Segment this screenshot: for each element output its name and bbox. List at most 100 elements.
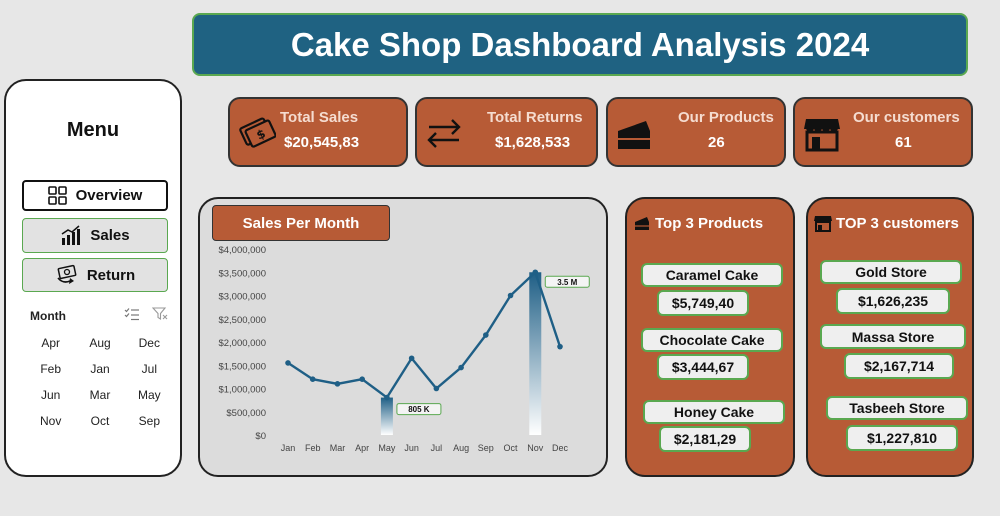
data-point bbox=[557, 343, 563, 350]
slicer-tools bbox=[124, 307, 168, 321]
month-item[interactable]: Nov bbox=[26, 414, 75, 428]
data-point bbox=[532, 269, 539, 276]
menu-panel: Menu Overview Sales Return Month Apr Aug… bbox=[4, 79, 182, 477]
y-tick-label: $0 bbox=[255, 431, 266, 442]
month-item[interactable]: Aug bbox=[75, 336, 124, 350]
highlight-bar bbox=[380, 397, 393, 435]
x-tick-label: Nov bbox=[527, 443, 544, 453]
grid-icon bbox=[47, 185, 67, 205]
kpi-total-sales: $ Total Sales $20,545,83 bbox=[228, 97, 408, 167]
return-label: Return bbox=[86, 266, 136, 284]
customer-name: Massa Store bbox=[820, 324, 966, 349]
customer-value: $2,167,714 bbox=[844, 353, 954, 379]
highlight-bar bbox=[529, 272, 542, 435]
customer-value: $1,626,235 bbox=[836, 288, 950, 314]
sales-chart-panel: $0 $500,000 $1,000,000 $1,500,000 $2,000,000… bbox=[198, 197, 608, 477]
month-slicer-title: Month bbox=[30, 309, 66, 323]
data-point bbox=[507, 292, 514, 299]
x-tick-label: Oct bbox=[504, 443, 519, 453]
return-money-icon bbox=[57, 264, 77, 284]
chart-title: Sales Per Month bbox=[212, 205, 390, 241]
top-products-title: Top 3 Products bbox=[655, 214, 764, 232]
product-value: $5,749,40 bbox=[657, 290, 749, 316]
customer-name: Tasbeeh Store bbox=[826, 396, 968, 420]
month-item[interactable]: Mar bbox=[75, 388, 124, 402]
kpi-label: Total Sales bbox=[280, 109, 359, 126]
month-item[interactable]: May bbox=[125, 388, 174, 402]
sales-series-line bbox=[287, 270, 562, 400]
kpi-total-returns: Total Returns $1,628,533 bbox=[415, 97, 598, 167]
data-point bbox=[483, 332, 489, 338]
data-point bbox=[334, 381, 341, 387]
kpi-our-products: Our Products 26 bbox=[606, 97, 786, 167]
month-item[interactable]: Feb bbox=[26, 362, 75, 376]
y-tick-label: $2,000,000 bbox=[218, 338, 266, 349]
customer-value: $1,227,810 bbox=[846, 425, 958, 451]
top-products-panel: Top 3 Products Caramel Cake $5,749,40 Ch… bbox=[625, 197, 795, 477]
month-slicer-grid: Apr Aug Dec Feb Jan Jul Jun Mar May Nov … bbox=[26, 336, 174, 428]
product-value: $3,444,67 bbox=[657, 354, 749, 380]
bar-chart-icon bbox=[61, 224, 81, 245]
kpi-label: Our customers bbox=[853, 109, 960, 126]
month-item[interactable]: Sep bbox=[125, 414, 174, 428]
y-tick-label: $2,500,000 bbox=[218, 315, 266, 326]
x-tick-label: Jul bbox=[431, 443, 443, 453]
return-button[interactable]: Return bbox=[22, 258, 168, 292]
x-tick-label: May bbox=[378, 443, 396, 453]
y-tick-label: $3,500,000 bbox=[218, 268, 266, 279]
x-tick-label: Sep bbox=[478, 443, 494, 453]
kpi-label: Total Returns bbox=[487, 109, 583, 126]
page-title: Cake Shop Dashboard Analysis 2024 bbox=[290, 25, 870, 63]
kpi-value: 61 bbox=[895, 134, 912, 151]
dashboard-title-bar: Cake Shop Dashboard Analysis 2024 bbox=[192, 13, 968, 76]
top-customers-panel: TOP 3 customers Gold Store $1,626,235 Ma… bbox=[806, 197, 974, 477]
month-item[interactable]: Jun bbox=[26, 388, 75, 402]
x-tick-label: Apr bbox=[355, 443, 369, 453]
overview-button[interactable]: Overview bbox=[22, 180, 168, 211]
sales-label: Sales bbox=[90, 227, 130, 244]
clear-filter-icon[interactable] bbox=[152, 307, 168, 321]
data-label: 805 K bbox=[408, 405, 430, 414]
multi-select-icon[interactable] bbox=[124, 307, 140, 321]
top-products-header: Top 3 Products bbox=[627, 214, 793, 232]
kpi-value: 26 bbox=[708, 134, 725, 151]
x-tick-label: Jan bbox=[281, 443, 296, 453]
month-item[interactable]: Jul bbox=[125, 362, 174, 376]
month-item[interactable]: Dec bbox=[125, 336, 174, 350]
y-tick-label: $3,000,000 bbox=[218, 292, 266, 303]
cake-slice-icon bbox=[618, 121, 650, 149]
month-item[interactable]: Oct bbox=[75, 414, 124, 428]
data-point bbox=[433, 385, 440, 392]
store-icon bbox=[804, 119, 840, 152]
y-tick-label: $500,000 bbox=[226, 408, 266, 419]
data-point bbox=[359, 376, 365, 382]
kpi-value: $1,628,533 bbox=[495, 134, 571, 151]
product-name: Honey Cake bbox=[643, 400, 785, 424]
exchange-arrows-icon bbox=[427, 119, 461, 148]
x-tick-label: Jun bbox=[404, 443, 419, 453]
x-tick-label: Dec bbox=[552, 443, 569, 453]
kpi-our-customers: Our customers 61 bbox=[793, 97, 973, 167]
y-tick-label: $1,500,000 bbox=[218, 361, 266, 372]
month-item[interactable]: Jan bbox=[75, 362, 124, 376]
sales-button[interactable]: Sales bbox=[22, 218, 168, 253]
kpi-value: $20,545,83 bbox=[284, 134, 360, 151]
data-point bbox=[285, 360, 291, 366]
menu-title: Menu bbox=[66, 119, 120, 141]
product-name: Chocolate Cake bbox=[641, 328, 783, 352]
data-point bbox=[408, 355, 415, 362]
data-label: 3.5 M bbox=[557, 278, 577, 287]
product-name: Caramel Cake bbox=[641, 263, 783, 287]
customer-name: Gold Store bbox=[820, 260, 962, 284]
x-tick-label: Mar bbox=[330, 443, 346, 453]
x-tick-label: Feb bbox=[305, 443, 321, 453]
top-customers-header: TOP 3 customers bbox=[808, 214, 972, 232]
data-point bbox=[458, 364, 464, 371]
cake-icon bbox=[635, 217, 649, 230]
kpi-label: Our Products bbox=[678, 109, 774, 126]
store-icon bbox=[814, 216, 832, 232]
product-value: $2,181,29 bbox=[659, 426, 751, 452]
data-point bbox=[384, 394, 390, 401]
money-icon: $ bbox=[239, 117, 276, 148]
month-item[interactable]: Apr bbox=[26, 336, 75, 350]
